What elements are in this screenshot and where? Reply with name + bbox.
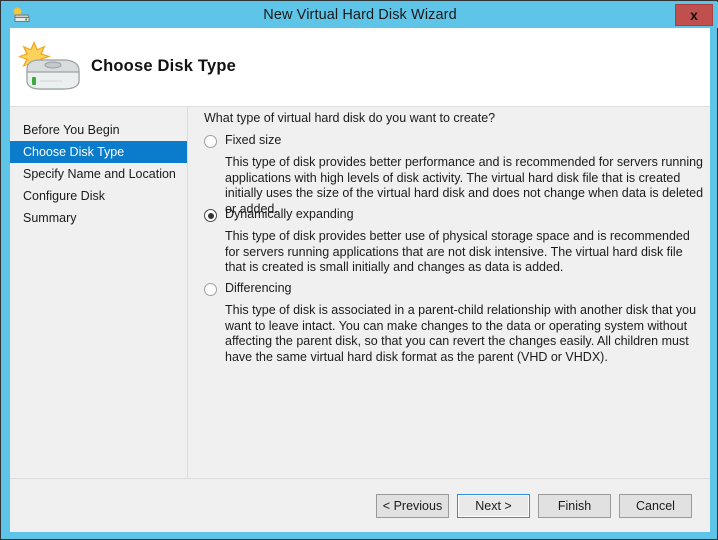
option-differencing: Differencing This type of disk is associ… (204, 281, 701, 365)
cancel-button[interactable]: Cancel (619, 494, 692, 518)
option-differencing-label[interactable]: Differencing (225, 281, 291, 295)
option-fixed-size-head: Fixed size (204, 133, 701, 151)
wizard-content: What type of virtual hard disk do you wa… (189, 107, 710, 478)
option-dynamically-expanding-description: This type of disk provides better use of… (225, 229, 690, 274)
sidebar-item-configure-disk[interactable]: Configure Disk (10, 185, 187, 207)
previous-button[interactable]: < Previous (376, 494, 449, 518)
window-title: New Virtual Hard Disk Wizard (263, 7, 457, 23)
wizard-header: Choose Disk Type (10, 28, 710, 107)
option-fixed-size: Fixed size This type of disk provides be… (204, 133, 703, 217)
sidebar-item-choose-disk-type[interactable]: Choose Disk Type (10, 141, 187, 163)
content-question: What type of virtual hard disk do you wa… (204, 111, 496, 125)
dialog-client-area: Choose Disk Type Before You Begin Choose… (10, 28, 710, 532)
option-differencing-head: Differencing (204, 281, 701, 299)
option-dynamically-expanding: Dynamically expanding This type of disk … (204, 207, 701, 276)
radio-differencing[interactable] (204, 283, 217, 296)
sidebar-item-specify-name-and-location[interactable]: Specify Name and Location (10, 163, 187, 185)
page-title: Choose Disk Type (91, 57, 237, 75)
option-differencing-description: This type of disk is associated in a par… (225, 303, 697, 364)
wizard-step-list: Before You Begin Choose Disk Type Specif… (10, 107, 188, 478)
option-dynamically-expanding-label[interactable]: Dynamically expanding (225, 207, 354, 221)
radio-fixed-size[interactable] (204, 135, 217, 148)
next-button[interactable]: Next > (457, 494, 530, 518)
finish-button[interactable]: Finish (538, 494, 611, 518)
title-bar: New Virtual Hard Disk Wizard x (2, 2, 718, 28)
wizard-body: Before You Begin Choose Disk Type Specif… (10, 107, 710, 478)
sidebar-item-before-you-begin[interactable]: Before You Begin (10, 119, 187, 141)
wizard-footer: < Previous Next > Finish Cancel (10, 478, 710, 532)
hard-disk-icon (18, 39, 84, 95)
option-fixed-size-label[interactable]: Fixed size (225, 133, 281, 147)
close-icon[interactable]: x (675, 4, 713, 26)
radio-dynamically-expanding[interactable] (204, 209, 217, 222)
sidebar-item-summary[interactable]: Summary (10, 207, 187, 229)
option-dynamically-expanding-head: Dynamically expanding (204, 207, 701, 225)
wizard-window: New Virtual Hard Disk Wizard x Choose Di… (0, 0, 718, 540)
